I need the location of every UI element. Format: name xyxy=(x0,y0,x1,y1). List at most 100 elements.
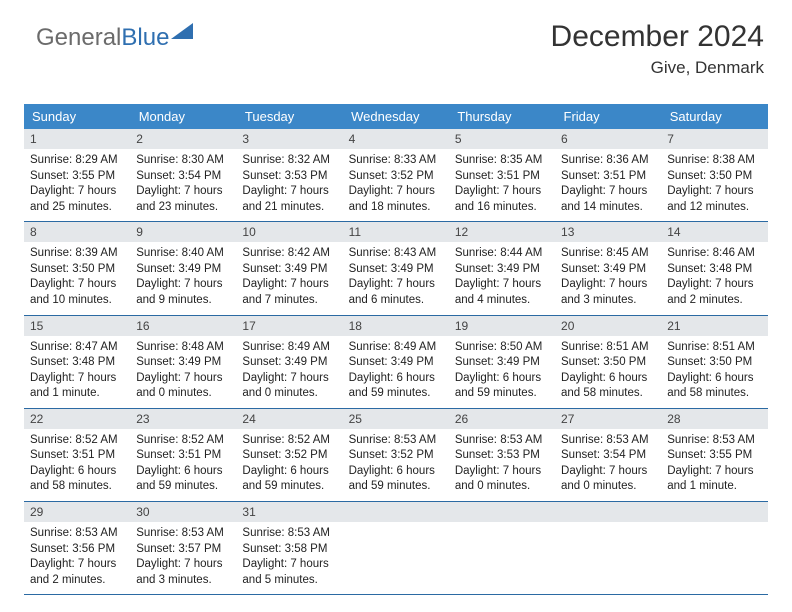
sunrise-line: Sunrise: 8:47 AM xyxy=(30,340,124,356)
calendar-cell: 4Sunrise: 8:33 AMSunset: 3:52 PMDaylight… xyxy=(343,129,449,222)
day-number: 4 xyxy=(343,129,449,149)
sunset-line: Sunset: 3:51 PM xyxy=(455,169,549,185)
daylight-line: Daylight: 7 hours and 4 minutes. xyxy=(455,277,549,308)
sunrise-line: Sunrise: 8:39 AM xyxy=(30,246,124,262)
sunrise-line: Sunrise: 8:35 AM xyxy=(455,153,549,169)
calendar-cell: 3Sunrise: 8:32 AMSunset: 3:53 PMDaylight… xyxy=(236,129,342,222)
day-content: Sunrise: 8:36 AMSunset: 3:51 PMDaylight:… xyxy=(555,149,661,221)
daylight-line: Daylight: 7 hours and 0 minutes. xyxy=(136,371,230,402)
day-number: 28 xyxy=(661,409,767,429)
day-number: 9 xyxy=(130,222,236,242)
calendar-cell: 29Sunrise: 8:53 AMSunset: 3:56 PMDayligh… xyxy=(24,502,130,595)
day-content: Sunrise: 8:52 AMSunset: 3:51 PMDaylight:… xyxy=(24,429,130,501)
day-number: 23 xyxy=(130,409,236,429)
daylight-line: Daylight: 6 hours and 59 minutes. xyxy=(349,464,443,495)
daylight-line: Daylight: 6 hours and 58 minutes. xyxy=(30,464,124,495)
day-content: Sunrise: 8:44 AMSunset: 3:49 PMDaylight:… xyxy=(449,242,555,314)
day-number: 5 xyxy=(449,129,555,149)
daylight-line: Daylight: 6 hours and 59 minutes. xyxy=(136,464,230,495)
day-content: Sunrise: 8:53 AMSunset: 3:55 PMDaylight:… xyxy=(661,429,767,501)
weekday-header: Thursday xyxy=(449,104,555,129)
calendar-cell: 19Sunrise: 8:50 AMSunset: 3:49 PMDayligh… xyxy=(449,315,555,408)
sunset-line: Sunset: 3:58 PM xyxy=(242,542,336,558)
daylight-line: Daylight: 7 hours and 5 minutes. xyxy=(242,557,336,588)
day-content: Sunrise: 8:52 AMSunset: 3:51 PMDaylight:… xyxy=(130,429,236,501)
daylight-line: Daylight: 7 hours and 9 minutes. xyxy=(136,277,230,308)
sunset-line: Sunset: 3:53 PM xyxy=(242,169,336,185)
sunset-line: Sunset: 3:55 PM xyxy=(30,169,124,185)
sunrise-line: Sunrise: 8:53 AM xyxy=(136,526,230,542)
day-content: Sunrise: 8:39 AMSunset: 3:50 PMDaylight:… xyxy=(24,242,130,314)
calendar-cell: 15Sunrise: 8:47 AMSunset: 3:48 PMDayligh… xyxy=(24,315,130,408)
sunrise-line: Sunrise: 8:53 AM xyxy=(561,433,655,449)
sunset-line: Sunset: 3:49 PM xyxy=(136,355,230,371)
daylight-line: Daylight: 7 hours and 2 minutes. xyxy=(667,277,761,308)
day-number xyxy=(343,502,449,522)
sunrise-line: Sunrise: 8:29 AM xyxy=(30,153,124,169)
sunset-line: Sunset: 3:49 PM xyxy=(349,355,443,371)
calendar-cell: 31Sunrise: 8:53 AMSunset: 3:58 PMDayligh… xyxy=(236,502,342,595)
day-content xyxy=(449,522,555,588)
day-content: Sunrise: 8:29 AMSunset: 3:55 PMDaylight:… xyxy=(24,149,130,221)
calendar-body: 1Sunrise: 8:29 AMSunset: 3:55 PMDaylight… xyxy=(24,129,768,595)
day-number: 11 xyxy=(343,222,449,242)
sunrise-line: Sunrise: 8:52 AM xyxy=(30,433,124,449)
day-content: Sunrise: 8:50 AMSunset: 3:49 PMDaylight:… xyxy=(449,336,555,408)
day-content: Sunrise: 8:47 AMSunset: 3:48 PMDaylight:… xyxy=(24,336,130,408)
sunrise-line: Sunrise: 8:46 AM xyxy=(667,246,761,262)
day-number: 19 xyxy=(449,316,555,336)
sunset-line: Sunset: 3:52 PM xyxy=(242,448,336,464)
sunrise-line: Sunrise: 8:49 AM xyxy=(242,340,336,356)
day-content: Sunrise: 8:53 AMSunset: 3:56 PMDaylight:… xyxy=(24,522,130,594)
calendar-header-row: SundayMondayTuesdayWednesdayThursdayFrid… xyxy=(24,104,768,129)
day-number: 24 xyxy=(236,409,342,429)
sunset-line: Sunset: 3:55 PM xyxy=(667,448,761,464)
sunset-line: Sunset: 3:49 PM xyxy=(455,262,549,278)
sunset-line: Sunset: 3:52 PM xyxy=(349,169,443,185)
sunset-line: Sunset: 3:52 PM xyxy=(349,448,443,464)
day-content: Sunrise: 8:46 AMSunset: 3:48 PMDaylight:… xyxy=(661,242,767,314)
day-content: Sunrise: 8:45 AMSunset: 3:49 PMDaylight:… xyxy=(555,242,661,314)
daylight-line: Daylight: 7 hours and 25 minutes. xyxy=(30,184,124,215)
page-location: Give, Denmark xyxy=(551,58,764,78)
sunset-line: Sunset: 3:49 PM xyxy=(242,262,336,278)
calendar-cell: 18Sunrise: 8:49 AMSunset: 3:49 PMDayligh… xyxy=(343,315,449,408)
weekday-header: Saturday xyxy=(661,104,767,129)
sunset-line: Sunset: 3:49 PM xyxy=(136,262,230,278)
header: December 2024 Give, Denmark xyxy=(551,20,764,78)
brand-logo: GeneralBlue xyxy=(36,24,193,52)
day-number: 10 xyxy=(236,222,342,242)
sunrise-line: Sunrise: 8:45 AM xyxy=(561,246,655,262)
day-content: Sunrise: 8:38 AMSunset: 3:50 PMDaylight:… xyxy=(661,149,767,221)
sunset-line: Sunset: 3:48 PM xyxy=(30,355,124,371)
calendar-cell: 9 Sunrise: 8:40 AMSunset: 3:49 PMDaylight… xyxy=(130,222,236,315)
daylight-line: Daylight: 7 hours and 3 minutes. xyxy=(561,277,655,308)
sunset-line: Sunset: 3:53 PM xyxy=(455,448,549,464)
calendar-cell: 24Sunrise: 8:52 AMSunset: 3:52 PMDayligh… xyxy=(236,408,342,501)
calendar-cell: 27Sunrise: 8:53 AMSunset: 3:54 PMDayligh… xyxy=(555,408,661,501)
day-number: 25 xyxy=(343,409,449,429)
daylight-line: Daylight: 7 hours and 18 minutes. xyxy=(349,184,443,215)
sunset-line: Sunset: 3:49 PM xyxy=(561,262,655,278)
sunset-line: Sunset: 3:51 PM xyxy=(561,169,655,185)
daylight-line: Daylight: 7 hours and 12 minutes. xyxy=(667,184,761,215)
daylight-line: Daylight: 7 hours and 16 minutes. xyxy=(455,184,549,215)
calendar-cell: 28Sunrise: 8:53 AMSunset: 3:55 PMDayligh… xyxy=(661,408,767,501)
day-content: Sunrise: 8:53 AMSunset: 3:53 PMDaylight:… xyxy=(449,429,555,501)
calendar-cell: 26Sunrise: 8:53 AMSunset: 3:53 PMDayligh… xyxy=(449,408,555,501)
day-number xyxy=(661,502,767,522)
calendar-week-row: 22Sunrise: 8:52 AMSunset: 3:51 PMDayligh… xyxy=(24,408,768,501)
daylight-line: Daylight: 7 hours and 10 minutes. xyxy=(30,277,124,308)
weekday-header: Friday xyxy=(555,104,661,129)
sunrise-line: Sunrise: 8:43 AM xyxy=(349,246,443,262)
sunrise-line: Sunrise: 8:48 AM xyxy=(136,340,230,356)
sunset-line: Sunset: 3:51 PM xyxy=(30,448,124,464)
sunset-line: Sunset: 3:51 PM xyxy=(136,448,230,464)
day-number: 29 xyxy=(24,502,130,522)
calendar-week-row: 29Sunrise: 8:53 AMSunset: 3:56 PMDayligh… xyxy=(24,502,768,595)
sunset-line: Sunset: 3:49 PM xyxy=(242,355,336,371)
sunrise-line: Sunrise: 8:40 AM xyxy=(136,246,230,262)
daylight-line: Daylight: 7 hours and 6 minutes. xyxy=(349,277,443,308)
sunset-line: Sunset: 3:49 PM xyxy=(349,262,443,278)
calendar-cell: 7Sunrise: 8:38 AMSunset: 3:50 PMDaylight… xyxy=(661,129,767,222)
